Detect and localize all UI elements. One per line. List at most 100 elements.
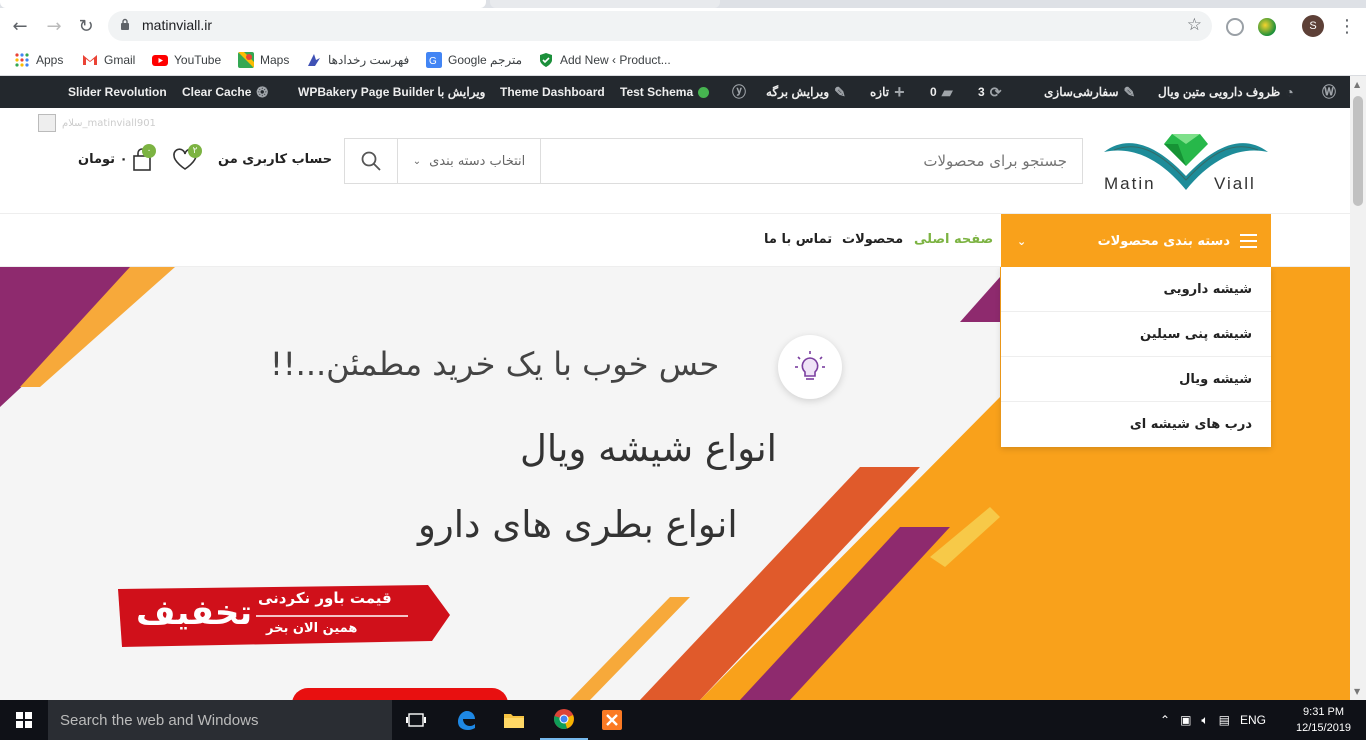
scroll-thumb[interactable] xyxy=(1353,96,1363,206)
bookmark-star-icon[interactable]: ☆ xyxy=(1187,15,1202,35)
wordpress-logo-icon[interactable]: Ⓦ xyxy=(1322,76,1336,108)
search-button[interactable] xyxy=(345,139,397,183)
admin-wpbakery[interactable]: WPBakery Page Builder ویرایش با xyxy=(298,76,485,108)
admin-theme-dashboard[interactable]: Theme Dashboard xyxy=(500,76,605,108)
task-view-icon[interactable] xyxy=(392,700,440,740)
clear-cache-label: Clear Cache xyxy=(182,85,252,99)
categories-menu-button[interactable]: دسته بندی محصولات ⌄ xyxy=(1001,214,1271,268)
scroll-up-icon[interactable]: ▲ xyxy=(1354,80,1360,89)
forward-arrow-icon[interactable]: → xyxy=(42,14,66,38)
hero-tagline: حس خوب با یک خرید مطمئن...!! xyxy=(270,345,720,383)
url-text[interactable]: matinviall.ir xyxy=(142,17,212,33)
chevron-up-icon[interactable]: ⌃ xyxy=(1160,713,1170,727)
wp-admin-bar: Ⓦ ظروف دارویی متین ویال ◔ سفارشی‌سازی ✎ 3 ⟳… xyxy=(0,76,1350,108)
category-item[interactable]: شیشه پنی سیلین xyxy=(1001,312,1271,357)
chevron-down-icon: ⌄ xyxy=(1017,234,1027,248)
address-bar[interactable]: matinviall.ir ☆ xyxy=(108,11,1212,41)
discount-label: تخفیف xyxy=(136,593,253,633)
bookmark-gmail[interactable]: Gmail xyxy=(82,49,135,71)
page-scrollbar[interactable]: ▲ ▼ xyxy=(1350,76,1366,700)
bookmark-add-product[interactable]: Add New ‹ Product... xyxy=(538,49,671,71)
product-search: انتخاب دسته بندی ⌄ xyxy=(344,138,1083,184)
system-tray: ⌃ ▣ 🔈︎ ▤ ENG xyxy=(1160,700,1266,740)
bookmark-label: Gmail xyxy=(104,53,136,67)
bookmark-maps[interactable]: Maps xyxy=(238,49,289,71)
chrome-icon[interactable] xyxy=(540,700,588,740)
xampp-icon[interactable] xyxy=(588,700,636,740)
discount-ribbon[interactable]: تخفیف قیمت باور نکردنی همین الان بخر xyxy=(118,585,450,649)
admin-comments[interactable]: 0 ▰ xyxy=(930,76,952,108)
avatar[interactable] xyxy=(38,114,56,132)
globe-extension-icon[interactable] xyxy=(1226,18,1244,36)
bookmark-label: Google مترجم xyxy=(448,53,523,67)
bookmark-youtube[interactable]: YouTube xyxy=(152,49,221,71)
ribbon-line-2: همین الان بخر xyxy=(266,621,358,636)
new-label: تازه xyxy=(870,85,890,99)
nav-link-contact[interactable]: تماس با ما xyxy=(764,232,832,247)
admin-customize[interactable]: سفارشی‌سازی ✎ xyxy=(1044,76,1135,108)
brush-icon: ✎ xyxy=(1123,83,1136,100)
taskbar-clock[interactable]: 9:31 PM 12/15/2019 xyxy=(1296,704,1351,736)
active-tab[interactable] xyxy=(0,0,486,8)
admin-clear-cache[interactable]: Clear Cache ❂ xyxy=(182,76,268,108)
scroll-down-icon[interactable]: ▼ xyxy=(1354,687,1360,696)
admin-test-schema[interactable]: Test Schema xyxy=(620,76,710,108)
user-greeting: سلام_matinviall901 xyxy=(38,114,156,132)
edge-browser-icon[interactable] xyxy=(442,700,490,740)
admin-site-name[interactable]: ظروف دارویی متین ویال ◔ xyxy=(1158,76,1294,108)
yoast-icon[interactable]: ⓨ xyxy=(732,76,746,108)
my-account-link[interactable]: حساب کاربری من xyxy=(218,152,332,167)
logo-text-right: Viall xyxy=(1214,174,1256,193)
nav-link-products[interactable]: محصولات xyxy=(842,232,903,247)
category-dropdown: شیشه دارویی شیشه پنی سیلین شیشه ویال درب… xyxy=(1001,267,1271,447)
plus-icon: + xyxy=(894,81,905,102)
maps-icon xyxy=(238,52,254,68)
bookmark-events[interactable]: فهرست رخدادها xyxy=(306,49,409,71)
status-dot-icon xyxy=(698,86,710,98)
admin-edit-page[interactable]: ویرایش برگه ✎ xyxy=(766,76,846,108)
bookmark-translate[interactable]: G Google مترجم xyxy=(426,49,522,71)
language-indicator[interactable]: ENG xyxy=(1240,713,1266,727)
logo-text-left: Matin xyxy=(1104,174,1156,193)
category-item[interactable]: شیشه ویال xyxy=(1001,357,1271,402)
windows-start-icon[interactable] xyxy=(0,700,48,740)
youtube-icon xyxy=(152,55,168,66)
admin-new[interactable]: تازه + xyxy=(870,76,905,108)
search-input[interactable] xyxy=(542,139,1082,183)
category-item[interactable]: درب های شیشه ای xyxy=(1001,402,1271,447)
bookmark-label: Apps xyxy=(36,53,64,67)
bookmark-apps[interactable]: Apps xyxy=(14,49,63,71)
notification-icon[interactable]: ▤ xyxy=(1219,713,1230,727)
search-icon xyxy=(361,151,381,171)
admin-updates[interactable]: 3 ⟳ xyxy=(978,76,1001,108)
events-icon xyxy=(308,54,320,66)
extension-icon[interactable] xyxy=(1258,18,1276,36)
hero-heading-1: انواع شیشه ویال xyxy=(520,427,777,470)
cart-total: ۰ تومان xyxy=(78,152,128,167)
main-navigation: دسته بندی محصولات ⌄ صفحه اصلی محصولات تم… xyxy=(0,213,1350,268)
category-item[interactable]: شیشه دارویی xyxy=(1001,267,1271,312)
taskbar-search-placeholder: Search the web and Windows xyxy=(60,711,259,729)
admin-slider-revolution[interactable]: Slider Revolution xyxy=(68,76,167,108)
back-arrow-icon[interactable]: ← xyxy=(8,14,32,38)
taskbar-search[interactable]: Search the web and Windows xyxy=(48,700,392,740)
site-logo[interactable]: Matin Viall xyxy=(1100,128,1272,198)
reload-icon[interactable]: ↻ xyxy=(74,14,98,38)
volume-icon[interactable]: 🔈︎ xyxy=(1201,713,1208,728)
nav-link-home[interactable]: صفحه اصلی xyxy=(914,232,993,247)
browser-menu-icon[interactable]: ⋮ xyxy=(1338,16,1356,37)
inactive-tab[interactable] xyxy=(490,0,720,8)
clock-time: 9:31 PM xyxy=(1303,706,1345,718)
file-explorer-icon[interactable] xyxy=(490,700,538,740)
comment-icon: ▰ xyxy=(941,83,953,100)
pencil-icon: ✎ xyxy=(834,83,846,100)
hero-cta-button[interactable] xyxy=(292,688,508,700)
lock-icon xyxy=(121,18,129,30)
site-name-label: ظروف دارویی متین ویال xyxy=(1158,85,1281,99)
cart-button[interactable]: ۰ xyxy=(132,144,156,174)
dashboard-icon: ◔ xyxy=(1285,84,1294,100)
category-select[interactable]: انتخاب دسته بندی ⌄ xyxy=(397,139,541,183)
wishlist-button[interactable]: ۲ xyxy=(172,144,202,174)
profile-avatar[interactable]: S xyxy=(1302,15,1324,37)
network-icon[interactable]: ▣ xyxy=(1180,713,1191,727)
